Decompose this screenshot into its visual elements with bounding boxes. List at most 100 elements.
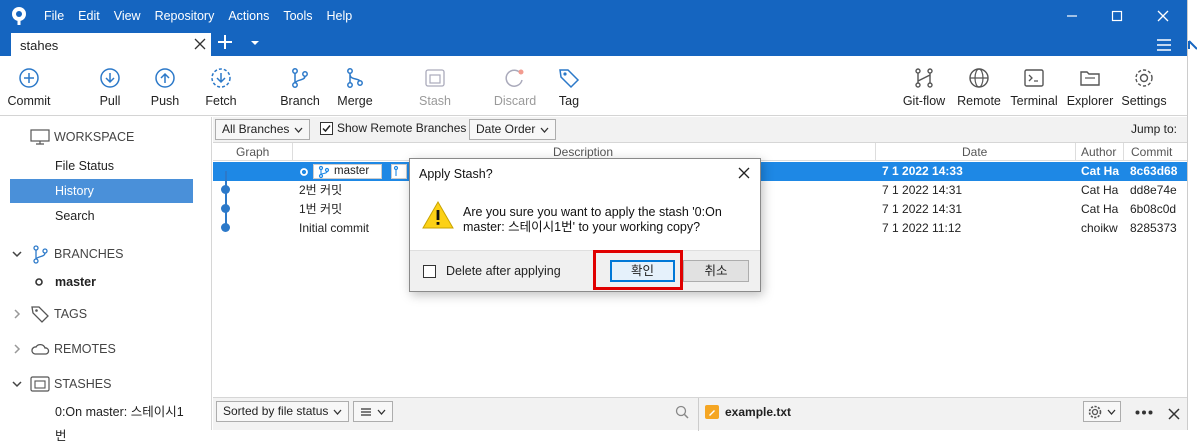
workspace-header[interactable]: WORKSPACE bbox=[30, 125, 134, 149]
close-icon[interactable] bbox=[1168, 408, 1180, 420]
sidebar: WORKSPACE File Status History Search BRA… bbox=[0, 117, 212, 443]
list-icon bbox=[361, 407, 371, 416]
cloud-icon bbox=[31, 343, 50, 355]
close-window-button[interactable] bbox=[1140, 0, 1186, 32]
col-commit[interactable]: Commit bbox=[1131, 145, 1172, 159]
branch-icon bbox=[317, 165, 331, 179]
menu-file[interactable]: File bbox=[44, 0, 64, 32]
sidebar-item-search[interactable]: Search bbox=[10, 204, 193, 228]
view-mode-dropdown[interactable] bbox=[353, 401, 393, 422]
chevron-down-icon bbox=[333, 409, 342, 415]
commit-author: Cat Ha bbox=[1081, 183, 1119, 197]
date-order-dropdown[interactable]: Date Order bbox=[469, 119, 557, 140]
chevron-down-icon bbox=[540, 127, 549, 133]
branch-label: Branch bbox=[280, 94, 320, 108]
discard-button[interactable]: Discard bbox=[492, 56, 538, 116]
sidebar-item-file-status[interactable]: File Status bbox=[10, 154, 193, 178]
stash-button[interactable]: Stash bbox=[414, 56, 456, 116]
menu-edit[interactable]: Edit bbox=[78, 0, 100, 32]
menu-tools[interactable]: Tools bbox=[283, 0, 312, 32]
pull-button[interactable]: Pull bbox=[90, 56, 130, 116]
remote-button[interactable]: Remote bbox=[956, 56, 1002, 116]
commit-hash: dd8e74e bbox=[1130, 183, 1177, 197]
delete-after-label: Delete after applying bbox=[446, 264, 561, 278]
sidebar-item-history[interactable]: History bbox=[10, 179, 193, 203]
explorer-button[interactable]: Explorer bbox=[1066, 56, 1114, 116]
new-tab-button[interactable] bbox=[217, 34, 233, 54]
stashes-label: STASHES bbox=[54, 377, 112, 391]
stash-badge bbox=[391, 164, 407, 179]
filter-bar: All Branches Show Remote Branches Date O… bbox=[213, 117, 1187, 143]
tab-dropdown-icon[interactable] bbox=[250, 39, 260, 47]
push-button[interactable]: Push bbox=[145, 56, 185, 116]
adjacent-window-edge bbox=[1187, 0, 1197, 430]
menu-view[interactable]: View bbox=[114, 0, 141, 32]
sort-dropdown[interactable]: Sorted by file status bbox=[216, 401, 350, 422]
settings-button[interactable]: Settings bbox=[1120, 56, 1168, 116]
close-tab-icon[interactable] bbox=[193, 37, 207, 51]
search-icon[interactable] bbox=[675, 405, 689, 419]
minimize-button[interactable] bbox=[1049, 0, 1095, 32]
graph-node bbox=[221, 223, 230, 232]
settings-label: Settings bbox=[1121, 94, 1167, 108]
menu-bar: File Edit View Repository Actions Tools … bbox=[44, 0, 366, 32]
col-author[interactable]: Author bbox=[1081, 145, 1116, 159]
pane-divider[interactable] bbox=[698, 398, 699, 431]
delete-after-applying-checkbox[interactable]: Delete after applying bbox=[423, 264, 561, 278]
col-date[interactable]: Date bbox=[962, 145, 987, 159]
col-description[interactable]: Description bbox=[553, 145, 613, 159]
branches-header[interactable]: BRANCHES bbox=[12, 242, 123, 266]
close-icon[interactable] bbox=[738, 167, 750, 179]
column-divider[interactable] bbox=[875, 143, 876, 161]
discard-icon bbox=[505, 69, 524, 87]
menu-actions[interactable]: Actions bbox=[228, 0, 269, 32]
gitflow-button[interactable]: Git-flow bbox=[898, 56, 950, 116]
merge-button[interactable]: Merge bbox=[334, 56, 376, 116]
sidebar-item-stash[interactable]: 0:On master: 스테이시1번 bbox=[10, 400, 193, 443]
branch-button[interactable]: Branch bbox=[279, 56, 321, 116]
fetch-button[interactable]: Fetch bbox=[200, 56, 242, 116]
globe-icon bbox=[969, 68, 989, 88]
pull-label: Pull bbox=[99, 94, 121, 108]
commit-author: Cat Ha bbox=[1081, 202, 1119, 216]
graph-node bbox=[221, 185, 230, 194]
graph-node bbox=[221, 204, 230, 213]
maximize-button[interactable] bbox=[1094, 0, 1140, 32]
commit-hash: 6b08c0d bbox=[1130, 202, 1177, 216]
column-divider[interactable] bbox=[1123, 143, 1124, 161]
branch-icon bbox=[292, 68, 308, 88]
gitflow-icon bbox=[915, 68, 933, 88]
cancel-button[interactable]: 취소 bbox=[683, 260, 749, 282]
diff-options-dropdown[interactable] bbox=[1083, 401, 1121, 422]
stashes-header[interactable]: STASHES bbox=[12, 372, 111, 396]
more-options-icon[interactable] bbox=[1135, 410, 1153, 415]
tags-header[interactable]: TAGS bbox=[12, 302, 87, 326]
commit-description: 1번 커밋 bbox=[299, 202, 343, 216]
menu-help[interactable]: Help bbox=[327, 0, 353, 32]
terminal-icon bbox=[1024, 69, 1044, 87]
hamburger-menu-icon[interactable] bbox=[1156, 38, 1172, 52]
commit-button[interactable]: Commit bbox=[3, 56, 55, 116]
col-graph[interactable]: Graph bbox=[236, 145, 269, 159]
window-fragment-icon bbox=[1188, 40, 1197, 50]
commit-date: 7 1 2022 14:31 bbox=[882, 183, 963, 197]
gear-icon bbox=[1135, 69, 1153, 87]
column-divider[interactable] bbox=[292, 143, 293, 161]
merge-label: Merge bbox=[337, 94, 373, 108]
remotes-header[interactable]: REMOTES bbox=[12, 337, 116, 361]
all-branches-dropdown[interactable]: All Branches bbox=[215, 119, 311, 140]
column-divider[interactable] bbox=[1075, 143, 1076, 161]
show-remote-label: Show Remote Branches bbox=[337, 121, 467, 135]
show-remote-branches-checkbox[interactable]: Show Remote Branches bbox=[320, 121, 466, 135]
commit-description: 2번 커밋 bbox=[299, 183, 343, 197]
dialog-message: Are you sure you want to apply the stash… bbox=[463, 205, 722, 234]
sidebar-item-master[interactable]: master bbox=[34, 270, 96, 294]
terminal-button[interactable]: Terminal bbox=[1008, 56, 1060, 116]
tab-strip: stahes bbox=[0, 32, 1187, 56]
commit-date: 7 1 2022 14:33 bbox=[882, 164, 963, 178]
tab-repository[interactable]: stahes bbox=[11, 33, 211, 56]
dialog-footer: Delete after applying 확인 취소 bbox=[410, 250, 760, 291]
menu-repository[interactable]: Repository bbox=[155, 0, 215, 32]
tag-button[interactable]: Tag bbox=[554, 56, 584, 116]
jump-to-label: Jump to: bbox=[1131, 122, 1178, 136]
